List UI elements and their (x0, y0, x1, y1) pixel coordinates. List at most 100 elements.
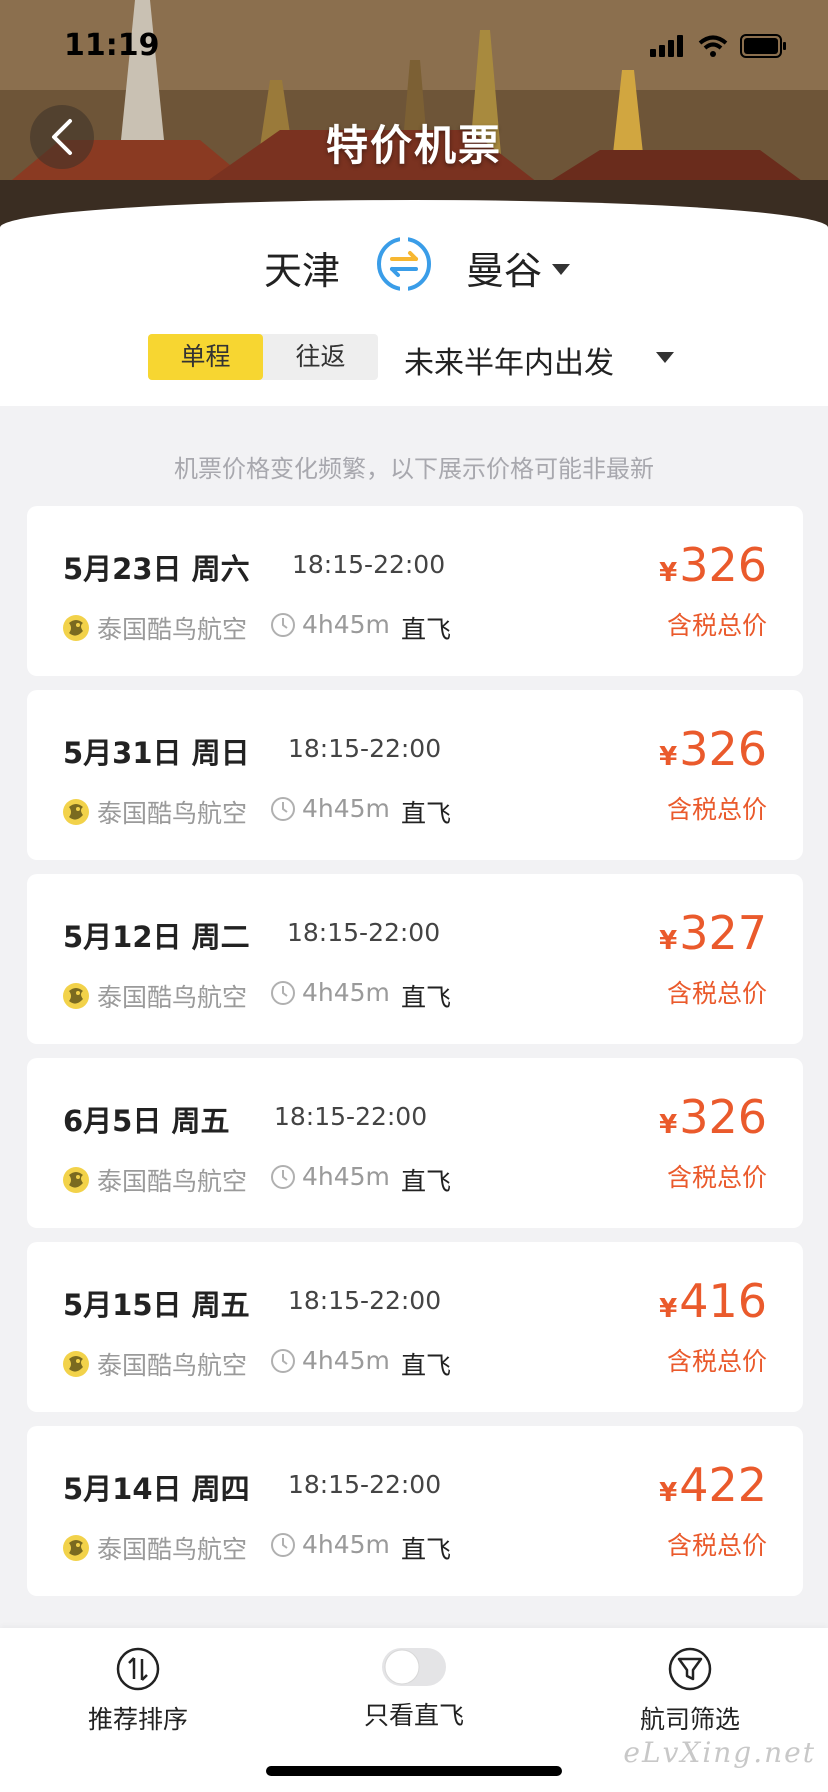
price-amount: 326 (679, 1090, 767, 1144)
flight-time: 18:15-22:00 (288, 734, 442, 763)
filter-funnel-icon (668, 1647, 712, 1691)
caret-down-icon[interactable] (656, 352, 674, 364)
price-amount: 416 (679, 1274, 767, 1328)
flight-duration: 4h45m (302, 1530, 390, 1559)
clock-icon (271, 797, 295, 821)
price-note: 含税总价 (666, 979, 767, 1008)
toggle-switch[interactable] (381, 1646, 447, 1688)
direct-only-toggle[interactable]: 只看直飞 (334, 1646, 494, 1732)
flight-card[interactable]: 5月23日 周六 18:15-22:00 泰国酷鸟航空 4h45m 直飞 ¥32… (27, 506, 803, 676)
flight-price: ¥416 (659, 1274, 767, 1328)
clock-icon (271, 981, 295, 1005)
price-amount: 326 (679, 722, 767, 776)
flight-type: 直飞 (401, 799, 452, 828)
airline-name: 泰国酷鸟航空 (97, 983, 248, 1012)
airline-name: 泰国酷鸟航空 (97, 615, 248, 644)
bottom-toolbar: 推荐排序 只看直飞 航司筛选 eLvXing.net (0, 1628, 828, 1792)
price-note: 含税总价 (666, 795, 767, 824)
flight-type: 直飞 (401, 615, 452, 644)
flight-duration: 4h45m (302, 610, 390, 639)
airline-logo-icon (63, 799, 89, 825)
flight-price: ¥326 (659, 1090, 767, 1144)
currency-symbol: ¥ (659, 1110, 678, 1140)
flight-duration: 4h45m (302, 1162, 390, 1191)
flight-duration: 4h45m (302, 1346, 390, 1375)
flight-type: 直飞 (401, 1351, 452, 1380)
currency-symbol: ¥ (659, 1294, 678, 1324)
currency-symbol: ¥ (659, 926, 678, 956)
flight-card[interactable]: 6月5日 周五 18:15-22:00 泰国酷鸟航空 4h45m 直飞 ¥326… (27, 1058, 803, 1228)
flight-time: 18:15-22:00 (292, 550, 446, 579)
airline-logo-icon (63, 1167, 89, 1193)
flight-type: 直飞 (401, 1167, 452, 1196)
flight-date: 5月23日 周六 (63, 552, 250, 586)
flight-price: ¥326 (659, 722, 767, 776)
airline-name: 泰国酷鸟航空 (97, 799, 248, 828)
arrival-city[interactable]: 曼谷 (466, 240, 542, 295)
flight-list: 5月23日 周六 18:15-22:00 泰国酷鸟航空 4h45m 直飞 ¥32… (27, 506, 803, 1610)
currency-symbol: ¥ (659, 1478, 678, 1508)
airline-name: 泰国酷鸟航空 (97, 1535, 248, 1564)
flight-price: ¥326 (659, 538, 767, 592)
flight-date: 5月12日 周二 (63, 920, 250, 954)
sort-button[interactable]: 推荐排序 (58, 1646, 218, 1736)
flight-time: 18:15-22:00 (274, 1102, 428, 1131)
airline-name: 泰国酷鸟航空 (97, 1167, 248, 1196)
home-indicator (266, 1766, 562, 1776)
flight-price: ¥422 (659, 1458, 767, 1512)
price-note: 含税总价 (666, 1347, 767, 1376)
departure-city[interactable]: 天津 (264, 240, 340, 295)
price-amount: 327 (679, 906, 767, 960)
currency-symbol: ¥ (659, 742, 678, 772)
wifi-icon (698, 35, 728, 57)
flight-duration: 4h45m (302, 978, 390, 1007)
sort-arrows-icon (116, 1647, 160, 1691)
watermark: eLvXing.net (623, 1736, 816, 1769)
price-notice: 机票价格变化频繁，以下展示价格可能非最新 (174, 455, 654, 483)
airline-filter-button[interactable]: 航司筛选 (610, 1646, 770, 1736)
caret-down-icon[interactable] (552, 264, 570, 276)
flight-card[interactable]: 5月15日 周五 18:15-22:00 泰国酷鸟航空 4h45m 直飞 ¥41… (27, 1242, 803, 1412)
flight-time: 18:15-22:00 (287, 918, 441, 947)
flight-date: 5月14日 周四 (63, 1472, 250, 1506)
flight-type: 直飞 (401, 983, 452, 1012)
flight-card[interactable]: 5月14日 周四 18:15-22:00 泰国酷鸟航空 4h45m 直飞 ¥42… (27, 1426, 803, 1596)
currency-symbol: ¥ (659, 558, 678, 588)
cellular-signal-icon (650, 35, 683, 57)
price-note: 含税总价 (666, 1163, 767, 1192)
airline-filter-label: 航司筛选 (639, 1705, 740, 1734)
flight-time: 18:15-22:00 (288, 1286, 442, 1315)
one-way-tab[interactable]: 单程 (148, 334, 263, 380)
battery-icon (740, 34, 786, 58)
flight-time: 18:15-22:00 (288, 1470, 442, 1499)
price-amount: 326 (679, 538, 767, 592)
flight-card[interactable]: 5月31日 周日 18:15-22:00 泰国酷鸟航空 4h45m 直飞 ¥32… (27, 690, 803, 860)
airline-name: 泰国酷鸟航空 (97, 1351, 248, 1380)
price-note: 含税总价 (666, 611, 767, 640)
flight-card[interactable]: 5月12日 周二 18:15-22:00 泰国酷鸟航空 4h45m 直飞 ¥32… (27, 874, 803, 1044)
flight-date: 6月5日 周五 (63, 1104, 230, 1138)
direct-only-label: 只看直飞 (363, 1701, 464, 1730)
price-note: 含税总价 (666, 1531, 767, 1560)
sort-label: 推荐排序 (87, 1705, 188, 1734)
swap-arrows-icon[interactable] (374, 234, 434, 294)
flight-price: ¥327 (659, 906, 767, 960)
clock-icon (271, 613, 295, 637)
airline-logo-icon (63, 983, 89, 1009)
airline-logo-icon (63, 615, 89, 641)
airline-logo-icon (63, 1351, 89, 1377)
price-amount: 422 (679, 1458, 767, 1512)
route-panel: 天津 曼谷 单程 往返 未来半年内出发 (0, 200, 828, 406)
flight-date: 5月31日 周日 (63, 736, 250, 770)
route-selector: 天津 曼谷 (0, 236, 828, 300)
header-banner: 11:19 特价机票 (0, 0, 828, 230)
page-title: 特价机票 (325, 121, 502, 170)
date-range-select[interactable]: 未来半年内出发 (404, 338, 614, 382)
round-trip-tab[interactable]: 往返 (263, 334, 378, 380)
flight-type: 直飞 (401, 1535, 452, 1564)
trip-type-toggle: 单程 往返 (148, 334, 378, 380)
status-time: 11:19 (64, 28, 160, 63)
clock-icon (271, 1349, 295, 1373)
flight-duration: 4h45m (302, 794, 390, 823)
flight-date: 5月15日 周五 (63, 1288, 250, 1322)
